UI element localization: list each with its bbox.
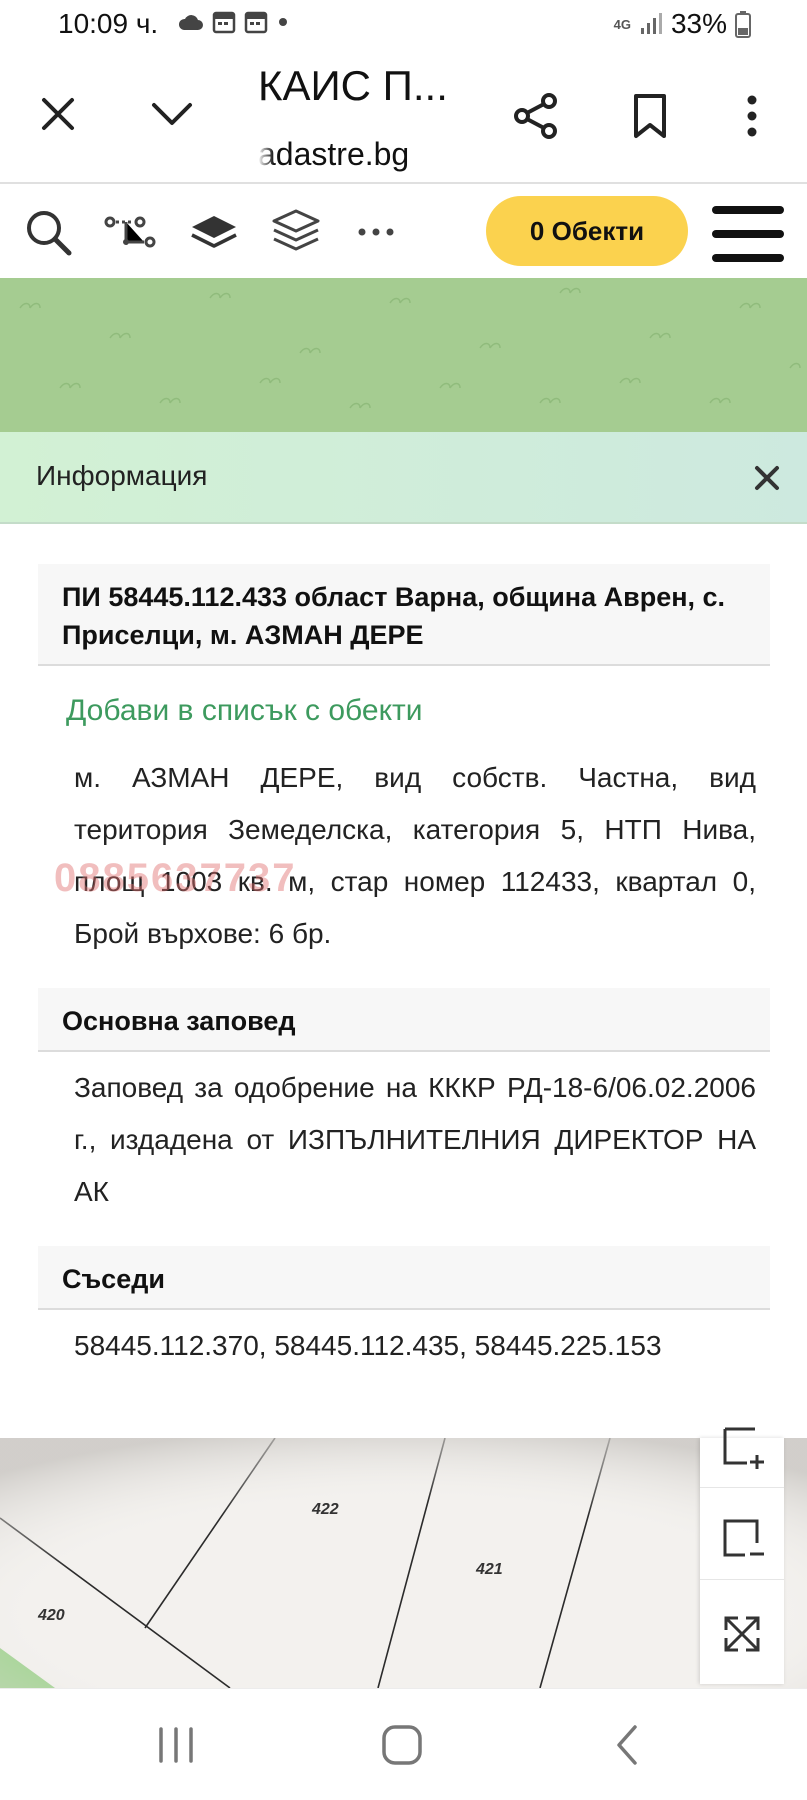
info-panel-header: Информация: [0, 432, 807, 524]
parcel-label: 422: [311, 1501, 339, 1518]
phone-watermark: 0885637737: [54, 856, 297, 900]
parcel-label: 420: [37, 1607, 65, 1624]
cadastral-map: 422 421 420: [0, 1438, 807, 1688]
back-icon[interactable]: [598, 1719, 658, 1771]
zoom-out-square-icon[interactable]: [700, 1496, 784, 1580]
order-heading: Основна заповед: [38, 988, 770, 1052]
search-icon[interactable]: [20, 204, 76, 260]
app-toolbar: 0 Обекти: [0, 186, 807, 278]
parcel-label: 421: [475, 1561, 503, 1578]
hamburger-menu-icon[interactable]: [712, 206, 784, 262]
close-icon[interactable]: [34, 90, 82, 138]
browser-bar: КАИС П... adastre.bg: [0, 50, 807, 184]
info-panel-body: ПИ 58445.112.433 област Варна, община Ав…: [0, 524, 807, 1438]
map-area-top[interactable]: [0, 278, 807, 432]
system-nav-bar: [0, 1688, 807, 1800]
neighbors-text: 58445.112.370, 58445.112.435, 58445.225.…: [74, 1330, 662, 1361]
signal-icon: [640, 13, 662, 34]
map-pattern: [19, 287, 801, 409]
fullscreen-icon[interactable]: [700, 1592, 784, 1676]
system-icons: 4G 33%: [614, 8, 751, 40]
bookmark-icon[interactable]: [622, 88, 678, 144]
battery-percent: 33%: [670, 8, 727, 39]
page-url[interactable]: adastre.bg: [258, 136, 418, 173]
status-time: 10:09 ч.: [58, 8, 159, 39]
cloud-icon: [178, 15, 203, 30]
objects-button[interactable]: 0 Обекти: [486, 196, 688, 266]
notification-icons: [178, 10, 290, 34]
map-controls: [700, 1427, 784, 1684]
layer-icon[interactable]: [186, 204, 242, 260]
parcel-heading: ПИ 58445.112.433 област Варна, община Ав…: [38, 564, 770, 666]
order-text: Заповед за одобрение на КККР РД-18-6/06.…: [74, 1072, 756, 1207]
close-icon[interactable]: [747, 458, 787, 498]
neighbors-heading: Съседи: [38, 1246, 770, 1310]
dot-icon: [279, 18, 287, 26]
layers-icon[interactable]: [268, 204, 324, 260]
page-title: КАИС П...: [258, 62, 448, 109]
recents-icon[interactable]: [146, 1719, 206, 1771]
add-to-list-link[interactable]: Добави в списък с обекти: [66, 694, 423, 728]
home-icon[interactable]: [372, 1719, 432, 1771]
battery-icon: [735, 11, 751, 38]
info-panel-title: Информация: [36, 460, 208, 491]
network-type: 4G: [613, 16, 631, 32]
more-horizontal-icon[interactable]: [348, 204, 404, 260]
more-vertical-icon[interactable]: [728, 88, 776, 144]
status-bar: 10:09 ч. 4G 33%: [0, 0, 807, 50]
map-area-bottom[interactable]: 422 421 420: [0, 1438, 807, 1688]
calendar-icon: [244, 11, 268, 34]
chevron-down-icon[interactable]: [148, 90, 196, 138]
share-icon[interactable]: [508, 88, 564, 144]
zoom-in-square-icon[interactable]: [700, 1404, 784, 1488]
page-url-text: adastre.bg: [258, 136, 410, 172]
calendar-icon: [212, 11, 236, 34]
route-icon[interactable]: [102, 204, 158, 260]
